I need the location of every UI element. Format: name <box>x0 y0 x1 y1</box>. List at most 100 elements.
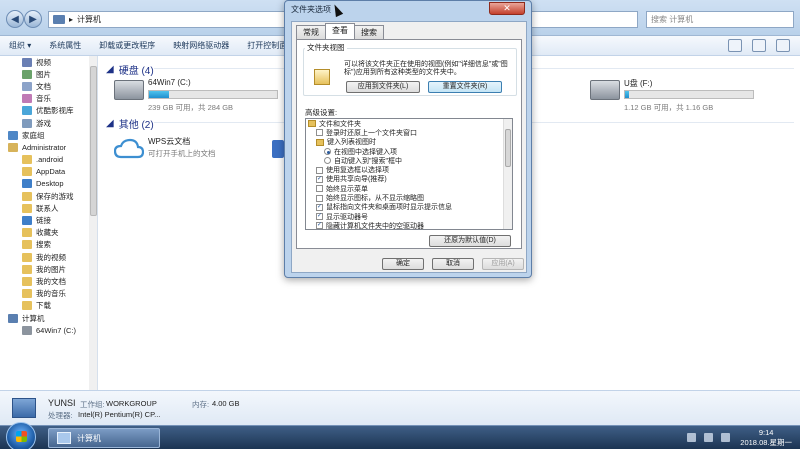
sidebar-item-label: 收藏夹 <box>36 228 59 238</box>
sidebar-item[interactable]: 收藏夹 <box>0 227 97 239</box>
ok-button[interactable]: 确定 <box>382 258 424 270</box>
checkbox[interactable] <box>316 194 323 202</box>
sidebar-item[interactable]: 我的音乐 <box>0 288 97 300</box>
folder-icon <box>22 106 32 116</box>
system-tray <box>687 433 730 442</box>
setting-row[interactable]: 始终显示图标，从不显示缩略图 <box>306 193 512 202</box>
reset-folders-button[interactable]: 重置文件夹(R) <box>428 81 502 93</box>
setting-row[interactable]: ✓ 使用共享向导(推荐) <box>306 175 512 184</box>
sidebar-item[interactable]: 文档 <box>0 80 97 92</box>
sidebar-item[interactable]: AppData <box>0 166 97 178</box>
radio-button[interactable] <box>324 148 331 156</box>
radio-button[interactable] <box>324 157 331 165</box>
navigation-scrollbar[interactable] <box>89 56 97 390</box>
sidebar-item[interactable]: 计算机 <box>0 312 97 324</box>
folder-icon <box>22 276 32 286</box>
sidebar-item[interactable]: 64Win7 (C:) <box>0 324 97 336</box>
drive-usage-bar <box>624 90 754 99</box>
scrollbar-thumb[interactable] <box>505 129 511 167</box>
close-icon: ✕ <box>503 3 511 13</box>
search-input[interactable]: 搜索 计算机 <box>646 11 794 28</box>
tab-2[interactable]: 搜索 <box>354 25 384 39</box>
flag-icon[interactable] <box>687 433 696 442</box>
sidebar-item[interactable]: 链接 <box>0 214 97 226</box>
setting-row[interactable]: 登录时还原上一个文件夹窗口 <box>306 128 512 137</box>
sidebar-item-label: 64Win7 (C:) <box>36 325 77 335</box>
tab-1[interactable]: 查看 <box>325 23 355 39</box>
sidebar-item[interactable]: 我的文档 <box>0 275 97 287</box>
setting-row[interactable]: 使用复选框以选择项 <box>306 165 512 174</box>
sidebar-item[interactable]: 搜索 <box>0 239 97 251</box>
checkbox[interactable]: ✓ <box>316 203 323 211</box>
cpu-value: Intel(R) Pentium(R) CP... <box>78 410 161 419</box>
cancel-button[interactable]: 取消 <box>432 258 474 270</box>
checkbox[interactable] <box>316 166 323 174</box>
folder-icon <box>22 179 32 189</box>
group-other[interactable]: ◢ 其他 (2) <box>106 116 154 131</box>
taskbar-item-computer[interactable]: 计算机 <box>48 428 160 448</box>
setting-row[interactable]: 始终显示菜单 <box>306 184 512 193</box>
sidebar-item[interactable]: 游戏 <box>0 117 97 129</box>
clock[interactable]: 9:14 2018.08.星期一 <box>740 428 792 448</box>
checkbox[interactable]: ✓ <box>316 222 323 229</box>
checkbox[interactable]: ✓ <box>316 175 323 183</box>
setting-row[interactable]: 在视图中选择键入项 <box>306 147 512 156</box>
toolbar-button[interactable]: 卸载或更改程序 <box>90 40 164 51</box>
help-icon[interactable] <box>776 39 790 52</box>
sidebar-item[interactable]: Administrator <box>0 141 97 153</box>
scrollbar-thumb[interactable] <box>90 66 97 216</box>
sidebar-item-label: 联系人 <box>36 203 59 213</box>
group-hard-disks[interactable]: ◢ 硬盘 (4) <box>106 62 154 77</box>
group-title-text: 硬盘 (4) <box>118 66 154 77</box>
volume-icon[interactable] <box>721 433 730 442</box>
sidebar-item[interactable]: 视频 <box>0 56 97 68</box>
sidebar-item-label: 链接 <box>36 216 51 226</box>
setting-row[interactable]: ✓ 鼠标指向文件夹和桌面项时显示提示信息 <box>306 203 512 212</box>
folder-icon <box>8 313 18 323</box>
tab-0[interactable]: 常规 <box>296 25 326 39</box>
sidebar-item[interactable]: 图片 <box>0 68 97 80</box>
taskbar: 计算机 9:14 2018.08.星期一 <box>0 422 800 449</box>
close-button[interactable]: ✕ <box>489 2 525 15</box>
restore-defaults-button[interactable]: 还原为默认值(D) <box>429 235 511 247</box>
folder-views-group: 可以将该文件夹正在使用的视图(例如"详细信息"或"图标")应用到所有这种类型的文… <box>303 48 517 96</box>
start-button[interactable] <box>6 422 36 449</box>
network-icon[interactable] <box>704 433 713 442</box>
view-options-icon[interactable] <box>728 39 742 52</box>
sidebar-item[interactable]: 我的图片 <box>0 263 97 275</box>
sidebar-item[interactable]: 下载 <box>0 300 97 312</box>
settings-scrollbar[interactable] <box>503 119 512 229</box>
sidebar-item[interactable]: 我的视频 <box>0 251 97 263</box>
sidebar-item[interactable]: Desktop <box>0 178 97 190</box>
item-name: WPS云文档 <box>148 137 191 146</box>
folder-icon <box>22 167 32 177</box>
toolbar-button[interactable]: 系统属性 <box>40 40 90 51</box>
sidebar-item[interactable]: 联系人 <box>0 202 97 214</box>
sidebar-item-label: AppData <box>36 167 66 177</box>
setting-row[interactable]: ✓ 隐藏计算机文件夹中的空驱动器 <box>306 221 512 229</box>
toolbar-button[interactable]: 组织 ▾ <box>0 40 40 51</box>
workgroup-value: WORKGROUP <box>106 399 157 408</box>
sidebar-item[interactable]: 家庭组 <box>0 129 97 141</box>
checkbox[interactable]: ✓ <box>316 213 323 221</box>
checkbox[interactable] <box>316 129 323 137</box>
setting-row[interactable]: 自动键入到"搜索"框中 <box>306 156 512 165</box>
back-button[interactable]: ◀ <box>6 10 24 28</box>
app-icon[interactable] <box>272 140 284 158</box>
sidebar-item[interactable]: .android <box>0 154 97 166</box>
clock-date: 2018.08.星期一 <box>740 438 792 447</box>
toolbar-button[interactable]: 映射网络驱动器 <box>164 40 238 51</box>
sidebar-item[interactable]: 优酷影视库 <box>0 105 97 117</box>
sidebar-item[interactable]: 音乐 <box>0 93 97 105</box>
checkbox[interactable] <box>316 185 323 193</box>
preview-pane-icon[interactable] <box>752 39 766 52</box>
forward-button[interactable]: ▶ <box>24 10 42 28</box>
setting-row[interactable]: ✓ 显示驱动器号 <box>306 212 512 221</box>
drive-name: U盘 (F:) <box>624 79 653 88</box>
folder-options-dialog: 文件夹选项 ✕ 常规 查看 搜索 可以将该文件夹正在使用的视图(例如"详细信息"或"… <box>284 0 532 278</box>
apply-to-folders-button[interactable]: 应用到文件夹(L) <box>346 81 420 93</box>
sidebar-item[interactable]: 保存的游戏 <box>0 190 97 202</box>
apply-button[interactable]: 应用(A) <box>482 258 524 270</box>
folder-icon <box>22 203 32 213</box>
sidebar-item-label: .android <box>36 155 64 165</box>
